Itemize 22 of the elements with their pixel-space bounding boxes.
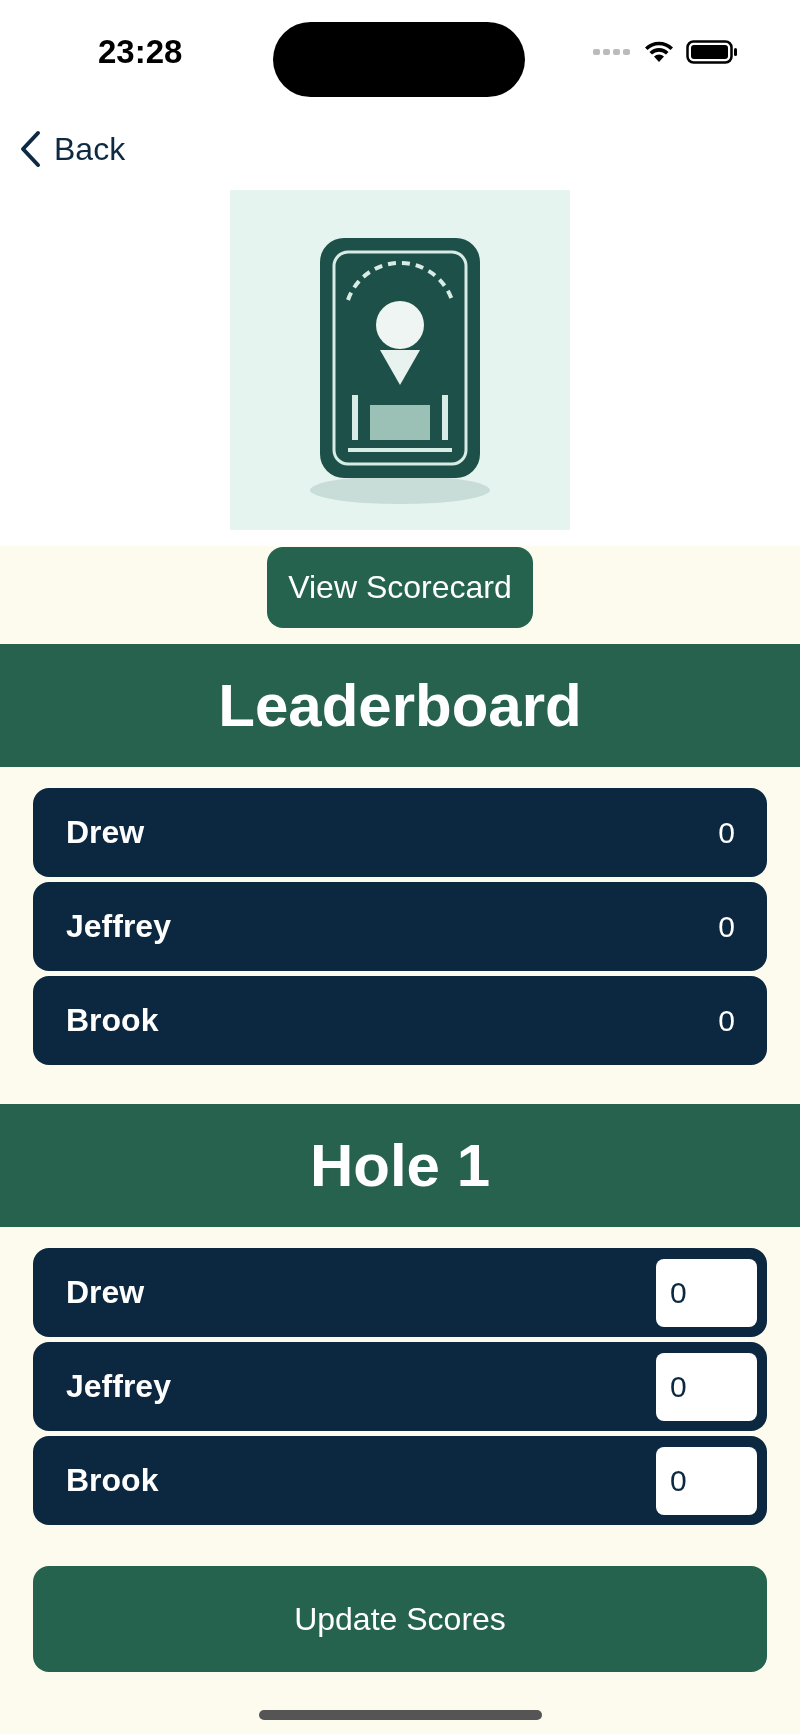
player-name: Drew <box>66 1274 145 1311</box>
wifi-icon <box>644 41 674 63</box>
status-time: 23:28 <box>98 33 183 71</box>
signal-icon <box>592 48 632 56</box>
player-name: Brook <box>66 1462 159 1499</box>
score-input[interactable]: 0 <box>656 1258 757 1327</box>
score-input[interactable]: 0 <box>656 1352 757 1421</box>
player-name: Jeffrey <box>66 1368 171 1405</box>
hole-title: Hole 1 <box>309 1131 491 1200</box>
player-name: Jeffrey <box>66 908 171 945</box>
battery-icon <box>686 40 738 64</box>
score-input[interactable]: 0 <box>656 1446 757 1515</box>
leaderboard-title: Leaderboard <box>218 671 582 740</box>
player-score: 0 <box>718 909 735 944</box>
player-name: Brook <box>66 1002 159 1039</box>
view-scorecard-button[interactable]: View Scorecard <box>267 547 533 628</box>
chevron-left-icon <box>18 130 42 168</box>
player-score: 0 <box>718 1003 735 1038</box>
back-button[interactable]: Back <box>18 130 126 168</box>
update-scores-button[interactable]: Update Scores <box>33 1566 767 1672</box>
player-score: 0 <box>718 815 735 850</box>
player-name: Drew <box>66 814 145 851</box>
